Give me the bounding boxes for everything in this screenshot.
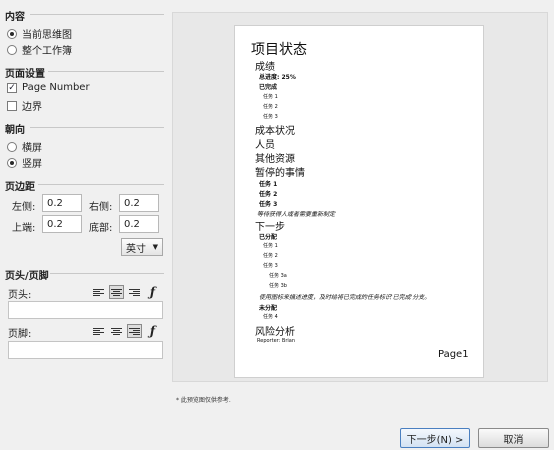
cancel-button[interactable]: 取消 [478, 428, 549, 448]
margin-left-input[interactable]: 0.2 [42, 194, 82, 212]
margin-right-label: 右侧: [89, 202, 113, 213]
border-checkbox-row[interactable]: 边界 [7, 98, 42, 113]
unit-select-value: 英寸 [126, 243, 146, 255]
preview-line: 总进度: 25% [259, 74, 296, 81]
page-setup-section-title: 页面设置 [5, 69, 45, 80]
preview-line: 等待获得人或者需要重新制定 [257, 211, 336, 218]
preview-line: 任务 3a [269, 273, 287, 279]
preview-line: 任务 4 [263, 314, 278, 320]
radio-current-map-label: 当前思维图 [22, 30, 72, 41]
preview-line: 任务 2 [259, 191, 278, 198]
border-label: 边界 [22, 102, 42, 113]
preview-note: * 此预览图仅供参考. [176, 397, 231, 404]
settings-panel: 内容 当前思维图 整个工作簿 页面设置 ✓ Page Number 边界 朝向 … [0, 0, 170, 450]
header-align-right-icon[interactable] [127, 285, 142, 299]
preview-line: 任务 3 [259, 201, 278, 208]
preview-line: 任务 2 [263, 104, 278, 110]
preview-line: 其他资源 [255, 154, 295, 165]
radio-portrait[interactable]: 竖屏 [7, 155, 42, 170]
unit-select[interactable]: 英寸 ▼ [121, 238, 163, 256]
content-section-title: 内容 [5, 12, 25, 23]
preview-line: 成绩 [255, 62, 275, 73]
preview-line: 任务 3 [263, 263, 278, 269]
preview-page: 项目状态 成绩 总进度: 25% 已完成 任务 1 任务 2 任务 3 成本状况… [234, 25, 484, 378]
margin-top-label: 上端: [12, 223, 36, 234]
divider [38, 184, 164, 185]
print-preview-area: 项目状态 成绩 总进度: 25% 已完成 任务 1 任务 2 任务 3 成本状况… [172, 12, 548, 382]
margin-top-input[interactable]: 0.2 [42, 215, 82, 233]
radio-portrait-label: 竖屏 [22, 159, 42, 170]
preview-page-number: Page1 [438, 349, 469, 360]
preview-line: 成本状况 [255, 126, 295, 137]
header-align-toolbar: ƒ [91, 285, 160, 299]
orientation-section-title: 朝向 [5, 125, 25, 136]
footer-align-toolbar: ƒ [91, 324, 160, 338]
radio-current-map[interactable]: 当前思维图 [7, 26, 72, 41]
preview-line: 暂停的事情 [255, 168, 305, 179]
divider [48, 71, 164, 72]
margins-section-title: 页边距 [5, 182, 35, 193]
divider [50, 273, 164, 274]
preview-line: 未分配 [259, 305, 278, 312]
margin-bottom-input[interactable]: 0.2 [119, 215, 159, 233]
header-label: 页头: [8, 290, 32, 301]
footer-align-left-icon[interactable] [91, 324, 106, 338]
preview-line: 人员 [255, 140, 275, 151]
footer-align-center-icon[interactable] [109, 324, 124, 338]
radio-whole-workbook-label: 整个工作簿 [22, 46, 72, 57]
header-text-input[interactable] [8, 301, 163, 319]
page-number-label: Page Number [22, 82, 90, 93]
page-number-checkbox-row[interactable]: ✓ Page Number [7, 82, 90, 93]
preview-line: 已完成 [259, 84, 278, 91]
preview-line: 已分配 [259, 234, 278, 241]
preview-line: Reporter: Brian [257, 338, 296, 344]
next-button[interactable]: 下一步(N) > [400, 428, 470, 448]
page-number-checkbox[interactable]: ✓ [7, 82, 17, 93]
preview-line: 任务 3 [263, 114, 278, 120]
radio-landscape[interactable]: 横屏 [7, 139, 42, 154]
footer-text-input[interactable] [8, 341, 163, 359]
margin-left-label: 左侧: [12, 202, 36, 213]
footer-insert-field-icon[interactable]: ƒ [145, 324, 160, 338]
header-footer-section-title: 页头/页脚 [5, 271, 49, 282]
radio-dot[interactable] [7, 141, 17, 152]
radio-dot[interactable] [7, 157, 17, 168]
radio-whole-workbook[interactable]: 整个工作簿 [7, 42, 72, 57]
header-align-center-icon[interactable] [109, 285, 124, 299]
preview-line: 任务 2 [263, 253, 278, 259]
footer-align-right-icon[interactable] [127, 324, 142, 338]
footer-label: 页脚: [8, 329, 32, 340]
divider [30, 127, 164, 128]
preview-line: 使用图标来描述进度，及时给将已完成的任务标识'已完成'分支。 [259, 294, 431, 301]
preview-line: 任务 1 [263, 94, 278, 100]
margin-bottom-label: 底部: [89, 223, 113, 234]
preview-line: 风险分析 [255, 327, 295, 338]
radio-landscape-label: 横屏 [22, 143, 42, 154]
preview-line: 任务 1 [259, 181, 278, 188]
divider [30, 14, 164, 15]
preview-line: 任务 1 [263, 243, 278, 249]
radio-dot[interactable] [7, 44, 17, 55]
margin-right-input[interactable]: 0.2 [119, 194, 159, 212]
preview-line: 任务 3b [269, 283, 287, 289]
preview-line: 下一步 [255, 222, 285, 233]
header-insert-field-icon[interactable]: ƒ [145, 285, 160, 299]
radio-dot[interactable] [7, 28, 17, 39]
preview-title: 项目状态 [251, 42, 307, 58]
chevron-down-icon: ▼ [152, 243, 158, 251]
header-align-left-icon[interactable] [91, 285, 106, 299]
border-checkbox[interactable] [7, 100, 17, 111]
